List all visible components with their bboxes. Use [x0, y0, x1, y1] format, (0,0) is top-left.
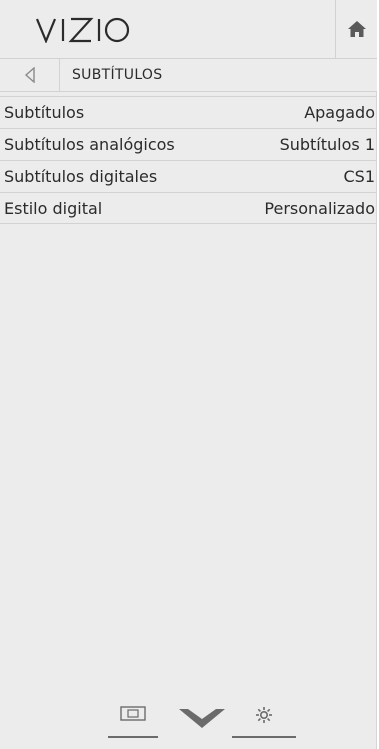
menu-item-label: Subtítulos digitales [4, 167, 158, 186]
menu-item-label: Subtítulos [4, 103, 85, 122]
menu-item-value: Personalizado [264, 198, 375, 218]
back-arrow-icon [24, 67, 35, 83]
vizio-logo [36, 10, 130, 50]
home-icon [348, 21, 366, 37]
menu-item-value: CS1 [343, 167, 375, 186]
settings-list: Subtítulos Apagado Subtítulos analógicos… [0, 96, 377, 224]
menu-item-estilo-digital[interactable]: Estilo digital Personalizado [0, 192, 377, 224]
back-button[interactable] [0, 59, 60, 91]
settings-button[interactable] [232, 706, 296, 738]
home-button[interactable] [335, 0, 378, 58]
vizio-button[interactable] [172, 708, 232, 730]
input-icon [120, 706, 146, 721]
menu-item-label: Subtítulos analógicos [4, 135, 175, 154]
gear-icon [256, 707, 272, 723]
vizio-logo-mark [36, 17, 130, 43]
footer-controls [0, 700, 377, 740]
vizio-v-icon [179, 709, 225, 728]
header [0, 0, 377, 59]
page-title: SUBTÍTULOS [72, 67, 163, 83]
menu-item-label: Estilo digital [4, 198, 103, 218]
menu-item-value: Subtítulos 1 [279, 135, 375, 154]
menu-item-subtitulos[interactable]: Subtítulos Apagado [0, 96, 377, 128]
breadcrumb: SUBTÍTULOS [0, 59, 377, 92]
menu-item-value: Apagado [304, 103, 375, 122]
menu-panel: SUBTÍTULOS Subtítulos Apagado Subtítulos… [0, 0, 377, 749]
menu-item-subtitulos-analogicos[interactable]: Subtítulos analógicos Subtítulos 1 [0, 128, 377, 160]
menu-item-subtitulos-digitales[interactable]: Subtítulos digitales CS1 [0, 160, 377, 192]
input-button[interactable] [108, 706, 158, 738]
